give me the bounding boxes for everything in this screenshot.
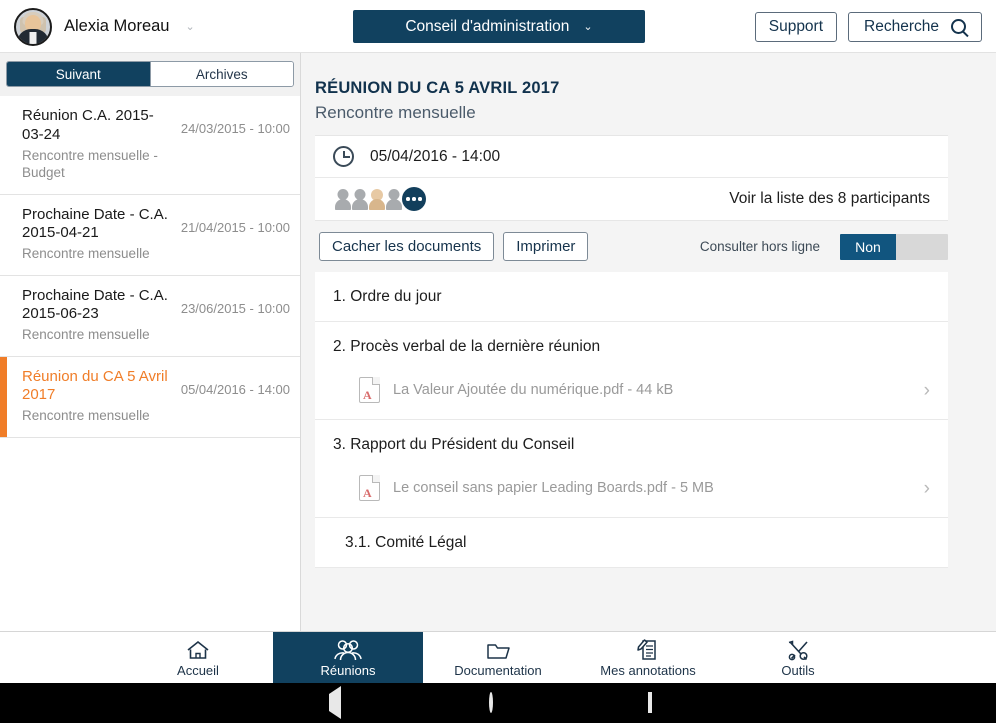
agenda-attachment[interactable]: A La Valeur Ajoutée du numérique.pdf - 4… [315, 371, 948, 419]
agenda-heading: 1. Ordre du jour [333, 288, 442, 305]
chevron-down-icon: ⌄ [583, 21, 593, 33]
top-bar-actions: Support Recherche [754, 11, 982, 42]
top-bar: Alexia Moreau ⌄ Conseil d'administration… [0, 0, 996, 53]
folder-icon [485, 638, 512, 661]
nav-accueil[interactable]: Accueil [123, 632, 273, 683]
list-item[interactable]: Prochaine Date - C.A. 2015-04-21 Rencont… [0, 194, 300, 276]
tools-icon [786, 638, 811, 661]
nav-label: Outils [781, 662, 815, 678]
nav-label: Mes annotations [600, 662, 696, 678]
application-window: Alexia Moreau ⌄ Conseil d'administration… [0, 0, 996, 723]
chevron-right-icon[interactable]: › [924, 381, 930, 400]
android-home-button[interactable] [489, 692, 493, 713]
agenda-heading: 3. Rapport du Président du Conseil [333, 436, 575, 453]
list-item[interactable]: Prochaine Date - C.A. 2015-06-23 Rencont… [0, 275, 300, 357]
nav-outils[interactable]: Outils [723, 632, 873, 683]
people-icon [333, 638, 363, 661]
more-participants-icon[interactable] [402, 187, 426, 211]
user-avatar [14, 7, 52, 46]
agenda-item[interactable]: 2. Procès verbal de la dernière réunion … [315, 322, 948, 420]
nav-mes-annotations[interactable]: Mes annotations [573, 632, 723, 683]
attachment-name: Le conseil sans papier Leading Boards.pd… [393, 480, 714, 496]
tab-archives[interactable]: Archives [149, 62, 293, 86]
document-toolbar: Cacher les documents Imprimer Consulter … [315, 221, 948, 272]
meeting-title: Réunion C.A. 2015-03-24 [22, 107, 154, 143]
agenda-list: 1. Ordre du jour 2. Procès verbal de la … [315, 272, 948, 568]
segmented-control: Suivant Archives [6, 61, 294, 87]
chevron-right-icon[interactable]: › [924, 479, 930, 498]
meeting-datetime: 05/04/2016 - 14:00 [370, 147, 501, 165]
participants-row: Voir la liste des 8 participants [315, 178, 948, 220]
bottom-navigation: Accueil Réunions Documentation Mes annot… [0, 631, 996, 683]
organization-label: Conseil d'administration [405, 17, 570, 35]
android-back-button[interactable] [329, 686, 341, 719]
meeting-detail-panel: RÉUNION DU CA 5 AVRIL 2017 Rencontre men… [301, 53, 996, 631]
meeting-date: 23/06/2015 - 10:00 [180, 300, 290, 316]
view-participants-link[interactable]: Voir la liste des 8 participants [729, 190, 930, 208]
agenda-item[interactable]: 3.1. Comité Légal [315, 518, 948, 568]
meeting-title: Réunion du CA 5 Avril 2017 [22, 367, 168, 404]
agenda-heading: 3.1. Comité Légal [345, 534, 467, 551]
meeting-date: 21/04/2015 - 10:00 [180, 219, 290, 235]
clock-icon [333, 146, 354, 167]
annotated-document-icon [636, 638, 661, 661]
meetings-sidebar: Suivant Archives Réunion C.A. 2015-03-24… [0, 53, 301, 631]
support-button[interactable]: Support [754, 11, 838, 42]
pdf-icon: A [359, 475, 380, 501]
agenda-item[interactable]: 1. Ordre du jour [315, 272, 948, 322]
home-icon [185, 638, 211, 661]
pdf-icon: A [359, 377, 380, 403]
meeting-list[interactable]: Réunion C.A. 2015-03-24 Rencontre mensue… [0, 96, 300, 631]
meeting-title: Prochaine Date - C.A. 2015-04-21 [22, 205, 168, 242]
offline-toggle-track [896, 233, 948, 260]
nav-label: Documentation [454, 662, 542, 678]
android-system-bar [0, 683, 996, 723]
page-title: RÉUNION DU CA 5 AVRIL 2017 [315, 79, 560, 97]
user-menu[interactable]: Alexia Moreau ⌄ [14, 7, 195, 46]
nav-label: Accueil [177, 662, 219, 678]
offline-label: Consulter hors ligne [699, 239, 820, 254]
page-subtitle: Rencontre mensuelle [315, 103, 476, 122]
meeting-subtitle: Rencontre mensuelle [22, 246, 150, 262]
list-item-selected[interactable]: Réunion du CA 5 Avril 2017 Rencontre men… [0, 356, 300, 438]
sidebar-filter-bar: Suivant Archives [0, 53, 300, 96]
offline-toggle-value: Non [840, 233, 896, 260]
meeting-date: 24/03/2015 - 10:00 [180, 121, 290, 136]
android-recents-button[interactable] [648, 692, 652, 713]
nav-reunions[interactable]: Réunions [273, 632, 423, 683]
search-label: Recherche [864, 17, 939, 35]
hide-documents-button[interactable]: Cacher les documents [319, 232, 495, 261]
meeting-subtitle: Rencontre mensuelle [22, 408, 150, 424]
search-button[interactable]: Recherche [848, 11, 982, 42]
search-icon [951, 19, 966, 34]
meeting-subtitle: Rencontre mensuelle [22, 327, 150, 343]
attachment-name: La Valeur Ajoutée du numérique.pdf - 44 … [393, 382, 674, 398]
nav-documentation[interactable]: Documentation [423, 632, 573, 683]
nav-label: Réunions [320, 662, 376, 678]
main-area: Suivant Archives Réunion C.A. 2015-03-24… [0, 53, 996, 631]
meeting-title: Prochaine Date - C.A. 2015-06-23 [22, 286, 168, 323]
meeting-datetime-row: 05/04/2016 - 14:00 [315, 136, 948, 178]
user-name: Alexia Moreau [64, 17, 170, 35]
meeting-info-card: 05/04/2016 - 14:00 Voir la liste des 8 p… [315, 135, 948, 221]
print-button[interactable]: Imprimer [503, 232, 589, 261]
agenda-heading: 2. Procès verbal de la dernière réunion [333, 338, 601, 355]
meeting-subtitle: Rencontre mensuelle - Budget [22, 147, 158, 181]
agenda-item[interactable]: 3. Rapport du Président du Conseil A Le … [315, 420, 948, 518]
chevron-down-icon: ⌄ [185, 21, 195, 33]
meeting-date: 05/04/2016 - 14:00 [180, 381, 290, 397]
agenda-attachment[interactable]: A Le conseil sans papier Leading Boards.… [315, 469, 948, 517]
avatar [384, 188, 403, 210]
participant-avatars [333, 187, 426, 211]
list-item[interactable]: Réunion C.A. 2015-03-24 Rencontre mensue… [0, 96, 300, 195]
organization-selector-button[interactable]: Conseil d'administration ⌄ [353, 10, 645, 43]
tab-suivant[interactable]: Suivant [7, 62, 150, 86]
offline-toggle[interactable]: Non [840, 233, 948, 260]
